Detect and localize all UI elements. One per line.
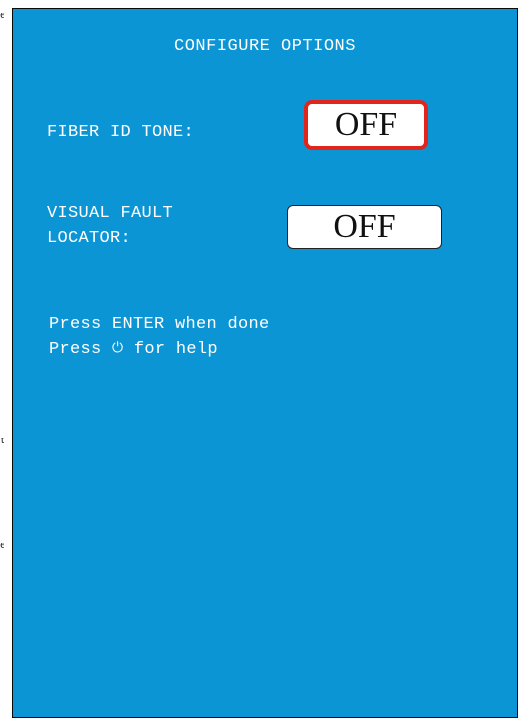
fiber-id-tone-label-line1: FIBER ID TONE: <box>47 123 195 142</box>
instruction-enter: Press ENTER when done <box>49 315 270 334</box>
screen-title: CONFIGURE OPTIONS <box>174 37 356 56</box>
fiber-id-tone-toggle[interactable]: OFF <box>304 100 428 150</box>
visual-fault-locator-label: VISUAL FAULT LOCATOR: <box>47 201 173 251</box>
instruction-help-prefix: Press <box>49 340 113 359</box>
instruction-help: Press ⏻ for help <box>49 337 218 362</box>
configure-options-screen: CONFIGURE OPTIONS FIBER ID TONE: OFF VIS… <box>12 8 518 718</box>
visual-fault-locator-label-line2: LOCATOR: <box>47 229 132 248</box>
power-icon: ⏻ <box>112 341 124 357</box>
visual-fault-locator-label-line1: VISUAL FAULT <box>47 204 174 223</box>
instruction-help-suffix: for help <box>123 340 218 359</box>
visual-fault-locator-toggle[interactable]: OFF <box>287 205 442 249</box>
fiber-id-tone-label: FIBER ID TONE: <box>47 120 194 145</box>
cropped-edge-text-top: e <box>0 13 4 21</box>
cropped-edge-text-middle: t <box>0 438 4 446</box>
cropped-edge-text-bottom: e <box>0 543 4 551</box>
